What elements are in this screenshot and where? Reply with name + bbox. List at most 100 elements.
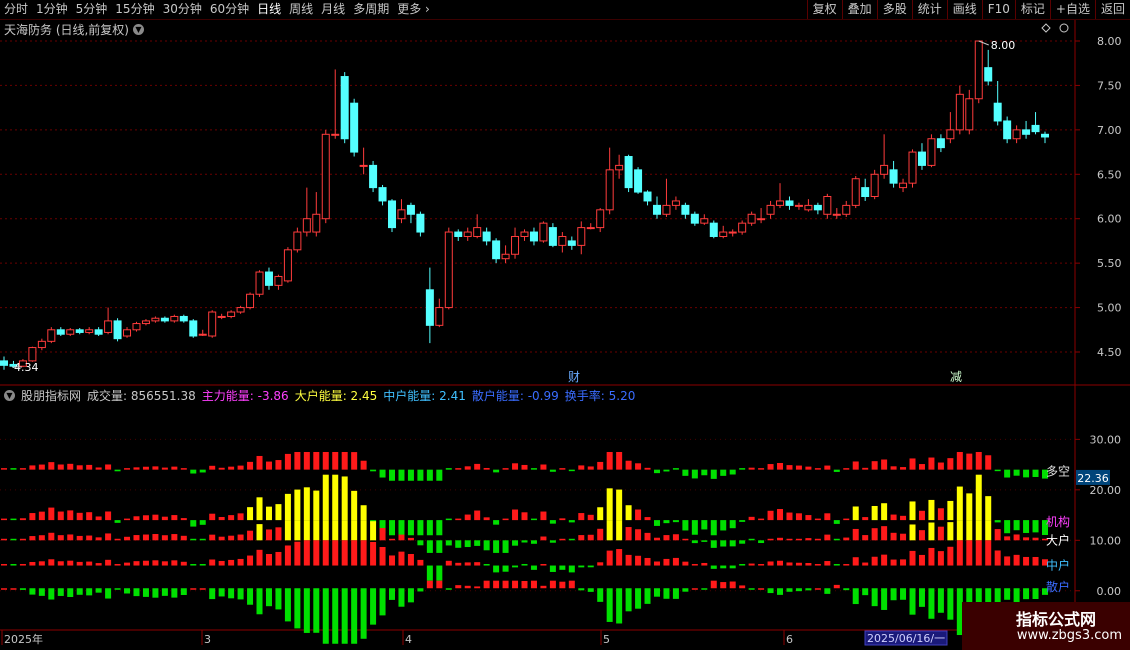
sanhu-bar bbox=[10, 588, 17, 590]
sanhu-bar bbox=[691, 588, 698, 590]
duokong-bar bbox=[124, 468, 131, 470]
candle-body bbox=[993, 102, 1002, 122]
dahu-bar bbox=[710, 540, 717, 548]
duokong-bar bbox=[1, 468, 7, 470]
jigou-bar bbox=[795, 513, 802, 521]
kline-chart: 8.007.507.006.506.005.505.004.508.004.34… bbox=[0, 20, 1130, 646]
dahu-bar bbox=[739, 540, 746, 544]
duokong-bar bbox=[890, 466, 897, 470]
dahu-bar bbox=[398, 534, 405, 541]
price-tick-label: 7.50 bbox=[1097, 79, 1122, 92]
candle-body bbox=[1012, 129, 1021, 140]
dahu-bar bbox=[928, 522, 935, 541]
zhonghu-bar bbox=[105, 559, 112, 566]
candle-body bbox=[813, 204, 822, 211]
candle-body bbox=[123, 329, 132, 337]
dahu-bar bbox=[578, 535, 585, 541]
dahu-bar bbox=[86, 535, 93, 541]
dahu-bar bbox=[114, 538, 121, 541]
jigou-bar bbox=[1, 518, 7, 521]
candle-body bbox=[927, 138, 936, 166]
candle-body bbox=[66, 329, 75, 335]
jigou-bar bbox=[474, 510, 481, 521]
sanhu-bar bbox=[909, 588, 916, 615]
dahu-bar bbox=[95, 537, 102, 541]
duokong-bar bbox=[152, 466, 159, 470]
duokong-bar bbox=[909, 458, 916, 470]
duokong-bar bbox=[105, 464, 112, 470]
candle-body bbox=[955, 93, 964, 131]
dahu-bar bbox=[351, 520, 358, 541]
duokong-bar bbox=[67, 463, 74, 470]
jigou-bar bbox=[1004, 520, 1011, 534]
candle-body bbox=[880, 164, 889, 175]
dahu-bar bbox=[502, 540, 509, 553]
candle-body bbox=[255, 271, 264, 295]
duokong-bar bbox=[161, 467, 168, 470]
candle-body bbox=[75, 329, 84, 333]
watermark-line1: 指标公式网 bbox=[1015, 610, 1096, 629]
sanhu-bar bbox=[199, 588, 206, 590]
jigou-bar bbox=[133, 516, 140, 521]
zhonghu-bar bbox=[587, 565, 594, 568]
duokong-bar bbox=[1013, 469, 1020, 476]
duokong-bar bbox=[218, 467, 225, 470]
zhonghu-bar bbox=[86, 561, 93, 566]
sanhu-bar bbox=[493, 580, 500, 589]
jigou-bar bbox=[1032, 520, 1039, 533]
candle-body bbox=[37, 340, 46, 349]
candle-body bbox=[520, 231, 529, 237]
chevron-down-icon[interactable]: ▼ bbox=[133, 24, 144, 35]
duokong-bar bbox=[57, 464, 64, 470]
watermark-line2: www.zbgs3.com bbox=[1016, 628, 1122, 643]
dahu-bar bbox=[313, 520, 320, 541]
zhonghu-bar bbox=[985, 540, 992, 566]
duokong-bar bbox=[493, 469, 500, 473]
dahu-bar bbox=[881, 526, 888, 541]
candle-body bbox=[832, 213, 841, 216]
jigou-bar bbox=[521, 512, 528, 521]
sanhu-bar bbox=[294, 588, 301, 629]
candle-body bbox=[690, 213, 699, 224]
dahu-bar bbox=[862, 535, 869, 541]
duokong-bar bbox=[786, 465, 793, 470]
candle-body bbox=[56, 329, 65, 335]
zhonghu-bar bbox=[341, 540, 348, 566]
zhonghu-bar bbox=[228, 559, 235, 566]
watermark-logo: 指标公式网 www.zbgs3.com bbox=[962, 602, 1130, 650]
candle-body bbox=[567, 240, 576, 246]
dahu-bar bbox=[540, 536, 547, 541]
sanhu-bar bbox=[237, 588, 244, 600]
candle-body bbox=[558, 235, 567, 246]
sanhu-bar bbox=[814, 588, 821, 590]
zhonghu-bar bbox=[701, 562, 708, 566]
candle-body bbox=[227, 311, 236, 317]
dahu-bar bbox=[142, 534, 149, 541]
candle-body bbox=[170, 315, 179, 322]
candle-body bbox=[492, 240, 501, 260]
jigou-bar bbox=[483, 517, 490, 521]
zhonghu-bar bbox=[313, 540, 320, 566]
dahu-bar bbox=[512, 540, 519, 546]
duokong-bar bbox=[29, 465, 36, 470]
jigou-bar bbox=[284, 493, 291, 521]
zhonghu-bar bbox=[682, 561, 689, 566]
zhonghu-bar bbox=[966, 540, 973, 566]
sanhu-bar bbox=[445, 588, 452, 590]
duokong-bar bbox=[578, 465, 585, 470]
duokong-bar bbox=[426, 469, 433, 481]
sanhu-bar bbox=[682, 588, 689, 592]
duokong-bar bbox=[956, 451, 963, 470]
dahu-bar bbox=[994, 529, 1001, 541]
indicator-name: 股朋指标网 bbox=[21, 389, 82, 403]
sanhu-bar bbox=[48, 588, 55, 600]
sanhu-bar bbox=[578, 588, 585, 591]
sanhu-bar bbox=[663, 588, 670, 599]
duokong-bar bbox=[900, 467, 907, 470]
sanhu-bar bbox=[795, 588, 802, 592]
zhonghu-bar bbox=[493, 565, 500, 573]
sanhu-bar bbox=[171, 588, 178, 598]
duokong-bar bbox=[805, 466, 812, 470]
sanhu-bar bbox=[947, 588, 954, 620]
chevron-down-icon[interactable]: ▼ bbox=[4, 390, 15, 401]
